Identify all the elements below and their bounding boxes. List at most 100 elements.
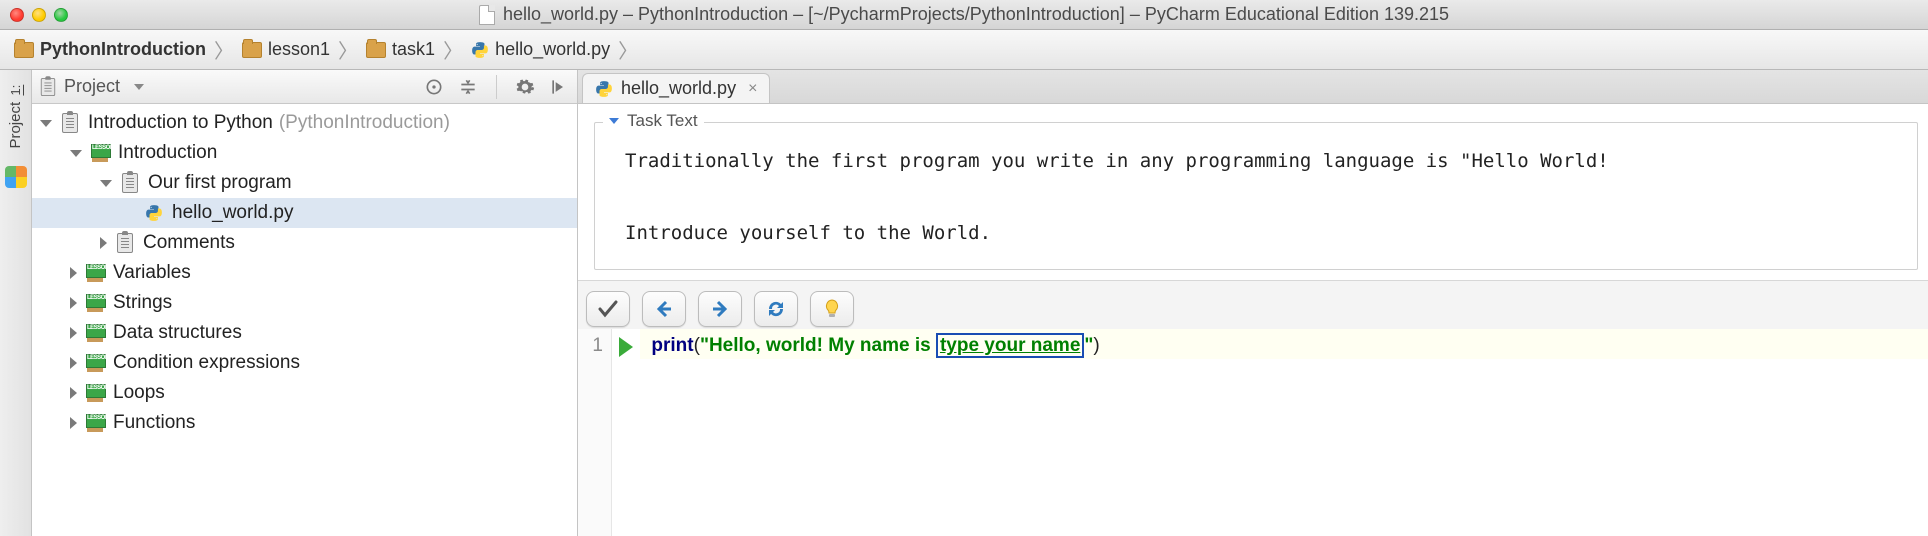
- lesson-icon: LESSON: [89, 144, 111, 162]
- hint-button[interactable]: [810, 291, 854, 327]
- close-tab-button[interactable]: ×: [748, 80, 757, 98]
- project-tree[interactable]: Introduction to Python (PythonIntroductio…: [32, 104, 577, 536]
- tree-node-label: Loops: [113, 382, 165, 404]
- gear-icon[interactable]: [515, 77, 535, 97]
- refresh-task-button[interactable]: [754, 291, 798, 327]
- clipboard-icon: [117, 233, 133, 253]
- python-icon: [471, 41, 489, 59]
- tree-node[interactable]: LESSON Loops: [32, 378, 577, 408]
- project-tool-tab[interactable]: Project 1:: [2, 76, 29, 158]
- lesson-icon: LESSON: [84, 354, 106, 372]
- disclosure-open-icon[interactable]: [100, 180, 112, 187]
- python-icon: [595, 80, 613, 98]
- breadcrumb-label: hello_world.py: [495, 39, 610, 60]
- lesson-icon: LESSON: [84, 414, 106, 432]
- disclosure-closed-icon[interactable]: [70, 267, 77, 279]
- task-text-title: Task Text: [627, 111, 698, 131]
- disclosure-closed-icon[interactable]: [70, 297, 77, 309]
- breadcrumb-label: lesson1: [268, 39, 330, 60]
- disclosure-none: [130, 207, 142, 219]
- tree-node-label: Introduction: [118, 142, 217, 164]
- document-icon: [479, 5, 495, 25]
- tree-node-label: Introduction to Python: [88, 112, 273, 134]
- panel-title: Project: [64, 76, 120, 97]
- breadcrumb-label: PythonIntroduction: [40, 39, 206, 60]
- close-window-button[interactable]: [10, 8, 24, 22]
- tree-node[interactable]: LESSON Variables: [32, 258, 577, 288]
- disclosure-closed-icon[interactable]: [100, 237, 107, 249]
- task-action-bar: [586, 291, 1928, 327]
- breadcrumb-lesson[interactable]: lesson1: [238, 37, 334, 62]
- breadcrumb-file[interactable]: hello_world.py: [467, 37, 614, 62]
- lesson-icon: LESSON: [84, 384, 106, 402]
- tree-node[interactable]: Our first program: [32, 168, 577, 198]
- tree-node[interactable]: hello_world.py: [32, 198, 577, 228]
- dropdown-icon[interactable]: [134, 84, 144, 90]
- check-task-button[interactable]: [586, 291, 630, 327]
- breadcrumb-project[interactable]: PythonIntroduction: [10, 37, 210, 62]
- prev-task-button[interactable]: [642, 291, 686, 327]
- tree-node[interactable]: LESSON Condition expressions: [32, 348, 577, 378]
- project-panel: Project Introduction to Python(Pytho: [32, 70, 578, 536]
- disclosure-open-icon[interactable]: [70, 150, 82, 157]
- tree-node-label: Our first program: [148, 172, 292, 194]
- run-line-icon[interactable]: [619, 337, 633, 357]
- folder-icon: [366, 42, 386, 58]
- lesson-icon: LESSON: [84, 324, 106, 342]
- hide-panel-button[interactable]: [549, 77, 569, 97]
- clipboard-icon: [62, 113, 78, 133]
- task-text-header[interactable]: Task Text: [603, 111, 704, 131]
- lesson-icon: LESSON: [84, 264, 106, 282]
- editor-tab[interactable]: hello_world.py ×: [582, 73, 770, 103]
- code-placeholder[interactable]: type your name: [936, 333, 1084, 358]
- minimize-window-button[interactable]: [32, 8, 46, 22]
- tool-tab-label: Project: [7, 102, 24, 149]
- clipboard-icon: [122, 173, 138, 193]
- zoom-window-button[interactable]: [54, 8, 68, 22]
- disclosure-closed-icon[interactable]: [70, 417, 77, 429]
- line-number-gutter: 1: [578, 329, 612, 536]
- code-string: "Hello, world! My name is: [700, 335, 936, 356]
- tree-node[interactable]: Comments: [32, 228, 577, 258]
- code-line[interactable]: print("Hello, world! My name is type you…: [640, 329, 1928, 536]
- disclosure-closed-icon[interactable]: [70, 387, 77, 399]
- scroll-from-source-button[interactable]: [424, 77, 444, 97]
- disclosure-open-icon[interactable]: [40, 120, 52, 127]
- editor-tab-row: hello_world.py ×: [578, 70, 1928, 104]
- breadcrumb-bar: PythonIntroduction 〉 lesson1 〉 task1 〉 h…: [0, 30, 1928, 70]
- window-title: hello_world.py – PythonIntroduction – [~…: [503, 4, 1449, 25]
- tree-node[interactable]: LESSONFunctions: [32, 408, 577, 438]
- tree-node[interactable]: LESSON Introduction: [32, 138, 577, 168]
- code-editor[interactable]: 1 print("Hello, world! My name is type y…: [578, 329, 1928, 536]
- tree-node-label: Comments: [143, 232, 235, 254]
- python-icon: [145, 204, 163, 222]
- tree-node[interactable]: Introduction to Python (PythonIntroductio…: [32, 108, 577, 138]
- folder-icon: [14, 42, 34, 58]
- tree-node-label: Variables: [113, 262, 191, 284]
- tree-node-label: Condition expressions: [113, 352, 300, 374]
- code-paren: ): [1093, 335, 1099, 356]
- tree-node-label: hello_world.py: [172, 202, 293, 224]
- project-panel-header: Project: [32, 70, 577, 104]
- pycharm-logo-icon: [5, 166, 27, 188]
- tree-node[interactable]: LESSON Strings: [32, 288, 577, 318]
- chevron-right-icon: 〉: [338, 35, 358, 64]
- run-gutter: [612, 329, 640, 536]
- task-text-panel: Task Text Traditionally the first progra…: [594, 122, 1918, 270]
- code-keyword: print: [651, 335, 693, 356]
- tool-tab-index: 1:: [8, 85, 23, 96]
- disclosure-closed-icon[interactable]: [70, 327, 77, 339]
- lesson-icon: LESSON: [84, 294, 106, 312]
- tree-node-sublabel: (PythonIntroduction): [279, 112, 450, 134]
- separator: [496, 75, 497, 99]
- breadcrumb-task[interactable]: task1: [362, 37, 439, 62]
- editor-tab-label: hello_world.py: [621, 78, 736, 99]
- disclosure-closed-icon[interactable]: [70, 357, 77, 369]
- collapse-all-button[interactable]: [458, 77, 478, 97]
- project-icon: [41, 78, 55, 96]
- task-text-body: Traditionally the first program you writ…: [625, 143, 1893, 251]
- tree-node-label: Strings: [113, 292, 172, 314]
- next-task-button[interactable]: [698, 291, 742, 327]
- tree-node[interactable]: LESSONData structures: [32, 318, 577, 348]
- editor-area: hello_world.py × Task Text Traditionally…: [578, 70, 1928, 536]
